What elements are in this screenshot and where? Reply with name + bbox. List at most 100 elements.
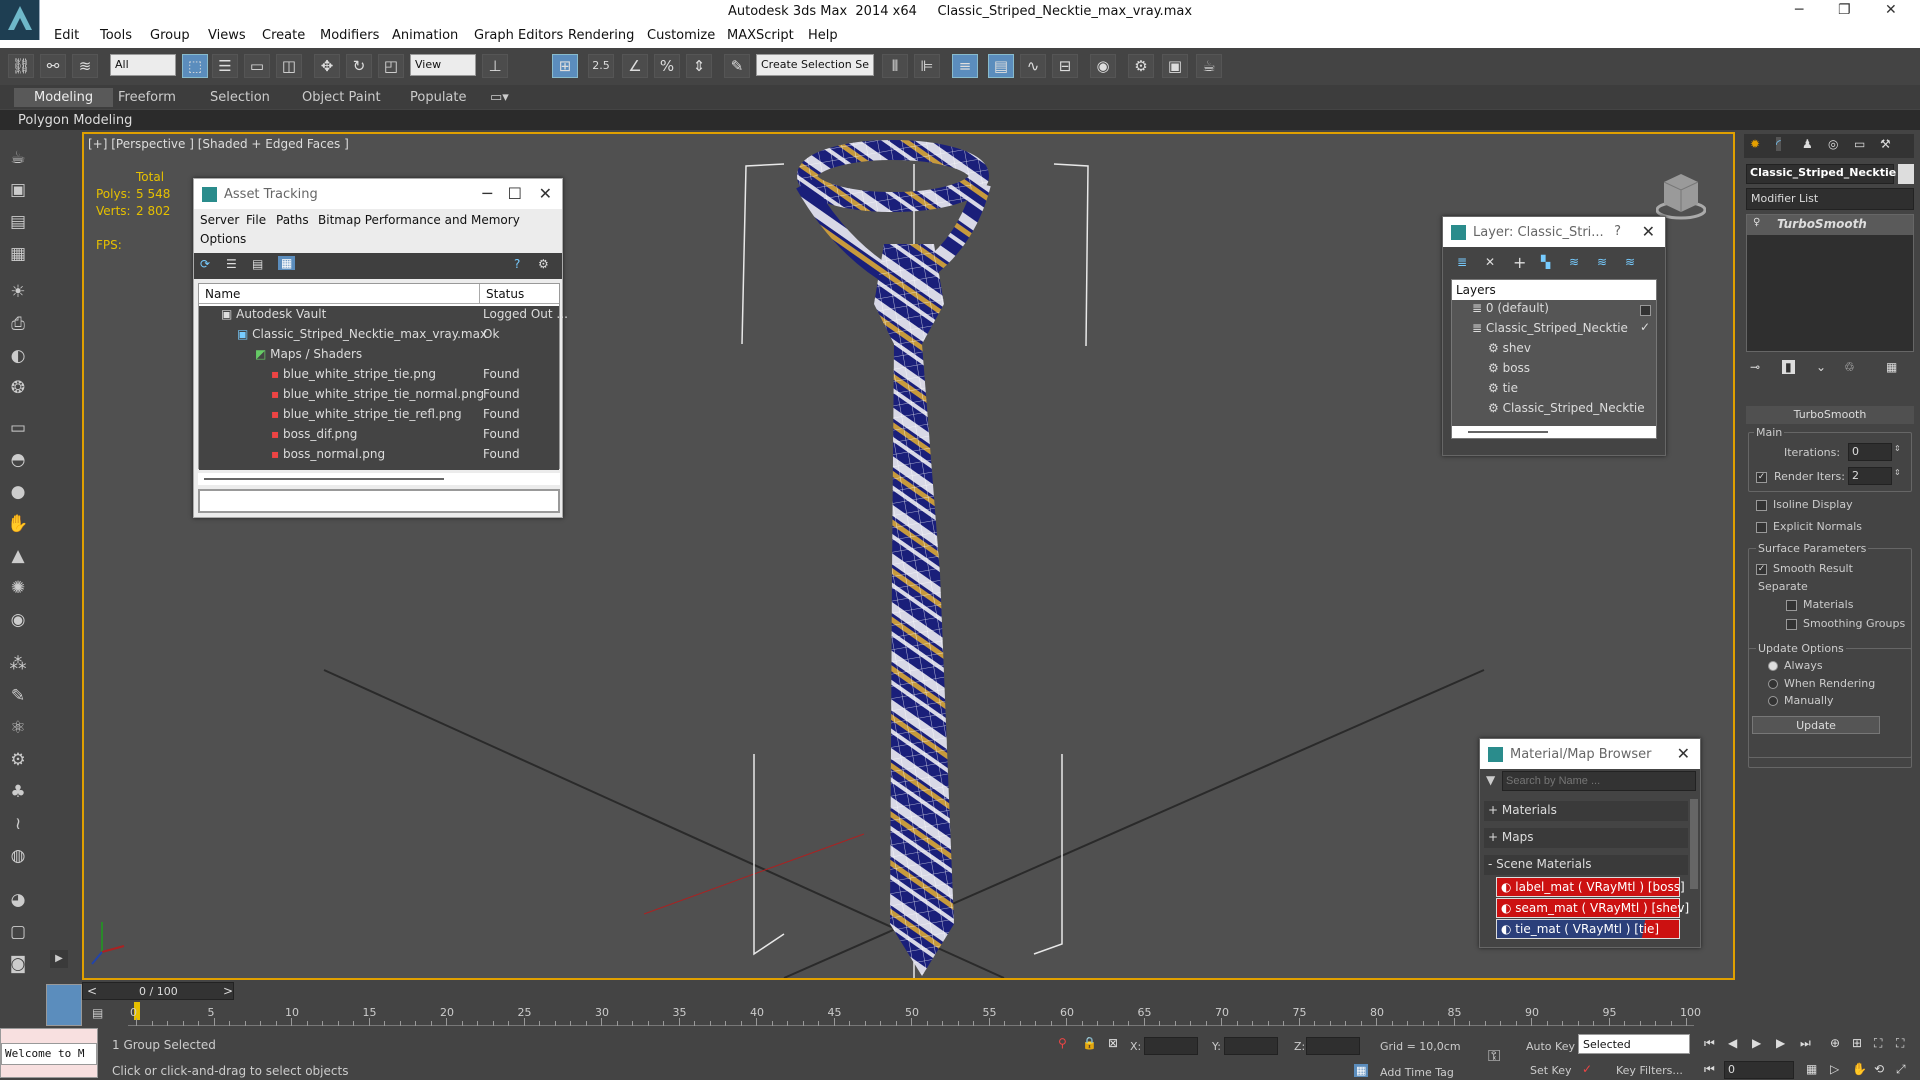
z-coord-field[interactable] (1306, 1037, 1360, 1055)
hand-icon[interactable]: ✋ (6, 512, 30, 536)
plane-icon[interactable]: ▭ (6, 416, 30, 440)
link-icon[interactable]: ⛓ (8, 54, 34, 78)
edit-named-selection-icon[interactable]: ✎ (724, 54, 750, 78)
viewcube[interactable] (1655, 170, 1707, 220)
menu-edit[interactable]: Edit (54, 28, 79, 43)
asset-menu-bitmap[interactable]: Bitmap Performance and Memory (318, 213, 520, 233)
settings-icon[interactable]: ⚙ (538, 257, 549, 271)
new-layer-icon[interactable]: ≣ (1457, 255, 1467, 269)
list-view-icon[interactable]: ☰ (226, 257, 237, 271)
spinner-snap-icon[interactable]: ⇕ (686, 54, 712, 78)
menu-views[interactable]: Views (208, 28, 246, 43)
menu-graph-editors[interactable]: Graph Editors (474, 28, 563, 43)
curve-editor-icon[interactable]: ∿ (1020, 54, 1046, 78)
configure-sets-icon[interactable]: ▦ (1886, 360, 1897, 374)
schematic-view-icon[interactable]: ⊟ (1052, 54, 1078, 78)
isoline-checkbox[interactable]: Isoline Display (1756, 498, 1853, 511)
layer-help-button[interactable]: ? (1614, 224, 1621, 239)
isolate-icon[interactable]: ⚲ (1058, 1036, 1067, 1050)
delete-layer-icon[interactable]: ✕ (1485, 255, 1495, 269)
cone-icon[interactable]: ▲ (6, 544, 30, 568)
create-light-icon[interactable]: ☀ (6, 280, 30, 304)
key-filters-button[interactable]: Key Filters... (1616, 1064, 1683, 1077)
group-materials[interactable]: + Materials (1484, 801, 1688, 821)
window-crossing-icon[interactable]: ◫ (276, 54, 302, 78)
spinner-arrows-icon[interactable]: ⇕ (1894, 468, 1901, 477)
move-icon[interactable]: ✥ (314, 54, 340, 78)
tab-freeform[interactable]: Freeform (118, 90, 176, 105)
freeze-all-icon[interactable]: ≋ (1625, 255, 1635, 269)
menu-group[interactable]: Group (150, 28, 190, 43)
restore-button[interactable]: ❐ (1838, 2, 1851, 18)
atom-icon[interactable]: ⚛ (6, 716, 30, 740)
material-browser-header[interactable]: Material/Map Browser ✕ (1480, 739, 1700, 769)
layer-item-necktie[interactable]: ≣ Classic_Striped_Necktie (1472, 321, 1628, 341)
tab-object-paint[interactable]: Object Paint (302, 90, 381, 105)
bind-spacewarp-icon[interactable]: ≋ (72, 54, 98, 78)
rect-selection-icon[interactable]: ▭ (244, 54, 270, 78)
current-layer-checkmark-icon[interactable]: ✓ (1640, 320, 1650, 334)
asset-maximize-button[interactable]: ☐ (508, 184, 522, 203)
menu-tools[interactable]: Tools (100, 28, 132, 43)
material-item-seam[interactable]: ◐ seam_mat ( VRayMtl ) [shev] (1496, 898, 1689, 918)
turbosmooth-rollout[interactable]: TurboSmooth (1746, 406, 1914, 424)
col-status-header[interactable]: Status (479, 284, 559, 304)
layer-object-tie[interactable]: ⚙ tie (1488, 381, 1518, 401)
container-icon[interactable]: ▤ (6, 210, 30, 234)
selection-filter-dropdown[interactable]: All (110, 54, 176, 76)
hierarchy-tab-icon[interactable]: ♟ (1802, 137, 1813, 151)
render-icon[interactable]: ▣ (6, 178, 30, 202)
helper-icon[interactable]: ◐ (6, 344, 30, 368)
menu-help[interactable]: Help (808, 28, 838, 43)
plant-icon[interactable]: ♣ (6, 780, 30, 804)
scene-explorer-icon[interactable]: ▦ (6, 242, 30, 266)
material-editor-icon[interactable]: ◉ (1090, 54, 1116, 78)
time-slider[interactable]: < 0 / 100 > (82, 982, 234, 1000)
asset-menu-paths[interactable]: Paths (276, 213, 309, 233)
zoom-all-icon[interactable]: ⊞ (1852, 1036, 1862, 1050)
current-frame-field[interactable]: 0 (1724, 1061, 1794, 1079)
globe-icon[interactable]: ◍ (6, 844, 30, 868)
asset-menu-file[interactable]: File (246, 213, 266, 233)
fov-icon[interactable]: ▷ (1830, 1062, 1839, 1076)
update-button[interactable]: Update (1752, 716, 1880, 734)
layer-manager-icon[interactable]: ≡ (952, 54, 978, 78)
update-when-rendering-radio[interactable]: When Rendering (1768, 677, 1875, 690)
snap-toggle-icon[interactable]: 2.5 (588, 54, 614, 78)
percent-snap-icon[interactable]: % (654, 54, 680, 78)
asset-menu-server[interactable]: Server (200, 213, 239, 233)
prev-frame-icon[interactable]: ◀ (1728, 1036, 1737, 1050)
help-icon[interactable]: ? (514, 257, 520, 271)
absolute-mode-icon[interactable]: ⊠ (1108, 1036, 1118, 1050)
polygon-modeling-label[interactable]: Polygon Modeling (18, 113, 132, 128)
minimize-button[interactable]: ─ (1795, 2, 1803, 18)
layer-object-group[interactable]: ⚙ Classic_Striped_Necktie (1488, 401, 1645, 421)
track-bar[interactable]: 0 5 10 15 20 25 30 35 40 45 50 55 60 65 70 75 80 85 90 95 10… (128, 1000, 1701, 1026)
ball-icon[interactable]: ◉ (6, 608, 30, 632)
object-color-swatch[interactable] (1898, 164, 1914, 184)
asset-close-button[interactable]: ✕ (539, 184, 552, 203)
layer-default-checkbox[interactable] (1640, 303, 1657, 317)
layer-object-shev[interactable]: ⚙ shev (1488, 341, 1531, 361)
zoom-extents-icon[interactable]: ⛶ (1874, 1036, 1882, 1051)
angle-snap-icon[interactable]: ∠ (622, 54, 648, 78)
material-item-label[interactable]: ◐ label_mat ( VRayMtl ) [boss] (1496, 877, 1685, 897)
zoom-extents-all-icon[interactable]: ⛶ (1896, 1036, 1904, 1051)
table-row[interactable]: ▪ blue_white_stripe_tie_refl.png (271, 407, 462, 427)
menu-create[interactable]: Create (262, 28, 305, 43)
align-icon[interactable]: ⊫ (914, 54, 940, 78)
maxscript-icon[interactable]: ▢ (6, 920, 30, 944)
goto-start-icon[interactable]: ⏮ (1704, 1036, 1715, 1051)
hair-icon[interactable]: ≀ (6, 812, 30, 836)
mini-listener-icon[interactable] (46, 984, 82, 1026)
paint-icon[interactable]: ✎ (6, 684, 30, 708)
table-row[interactable]: ▪ blue_white_stripe_tie_normal.png (271, 387, 484, 407)
time-tag-icon[interactable]: ▦ (1354, 1064, 1369, 1077)
smooth-result-checkbox[interactable]: ✓ Smooth Result (1756, 562, 1853, 575)
render-frame-icon[interactable]: ◙ (6, 952, 30, 976)
material-browser-scrollbar[interactable] (1690, 799, 1698, 889)
refresh-icon[interactable]: ⟳ (200, 257, 210, 271)
x-coord-field[interactable] (1144, 1037, 1198, 1055)
pan-icon[interactable]: ✋ (1852, 1062, 1867, 1076)
update-manually-radio[interactable]: Manually (1768, 694, 1834, 707)
